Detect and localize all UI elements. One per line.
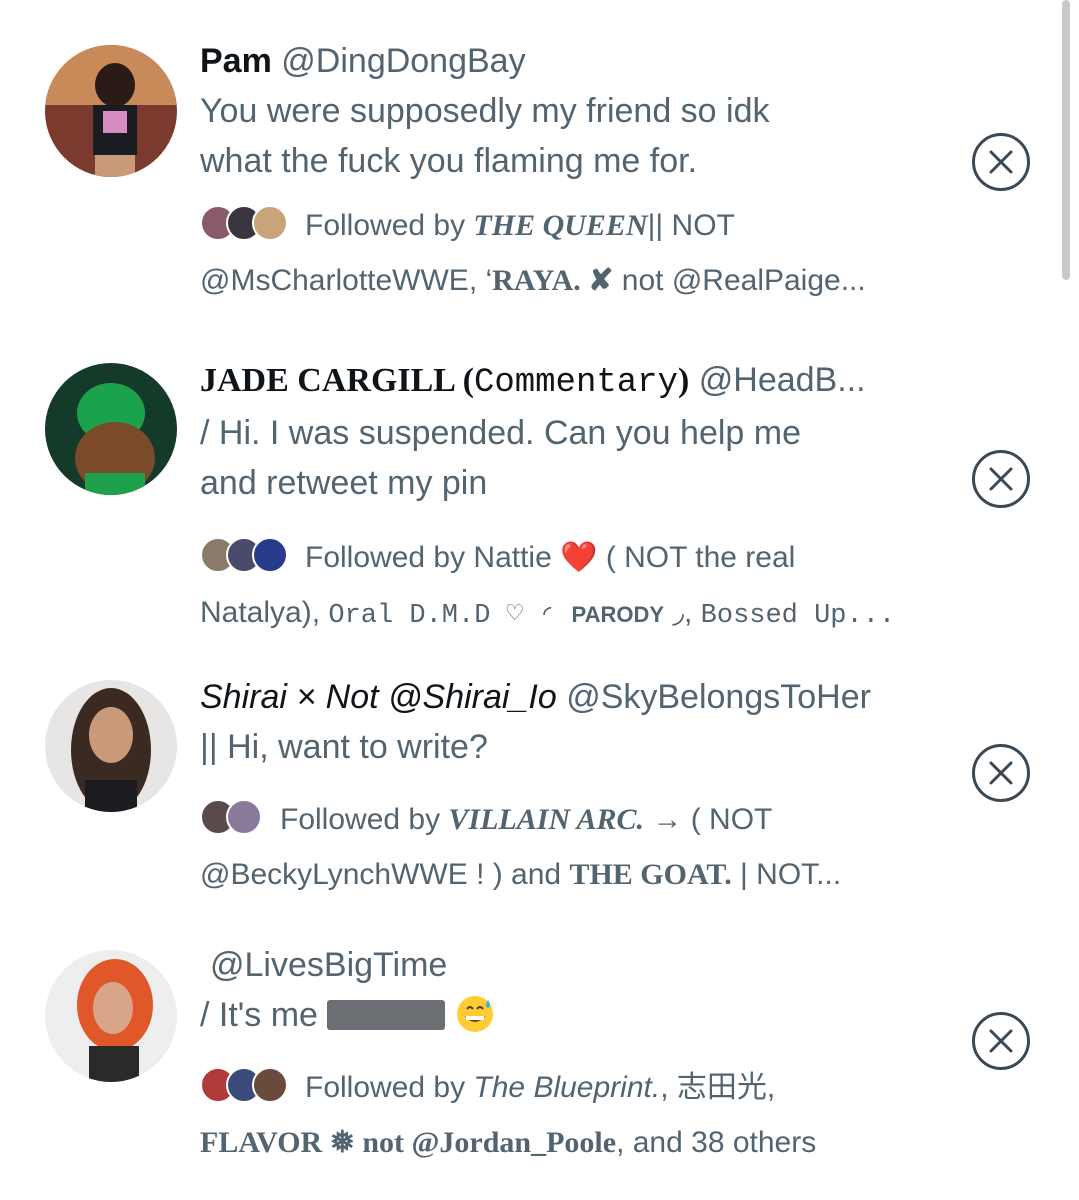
avatar[interactable] [45,680,177,812]
follower-avatars [200,537,295,573]
follower-avatars [200,799,270,835]
handle[interactable]: @HeadB... [699,361,866,399]
scrollbar[interactable] [1062,0,1070,280]
bio: and retweet my pin [200,464,488,502]
bio: You were supposedly my friend so idk [200,92,770,130]
bio: || Hi, want to write? [200,728,488,766]
close-icon [989,1029,1013,1053]
followed-by: Followed by THE QUEEN|| NOT [200,198,940,253]
redaction-bar [327,1000,446,1030]
follower-avatars [200,1067,295,1103]
dismiss-button[interactable] [972,1012,1030,1070]
display-name[interactable]: Shirai × Not @Shirai_Io [200,678,557,716]
followed-by-continued: FLAVOR ❅ not @Jordan_Poole, and 38 other… [200,1126,817,1159]
handle[interactable]: @DingDongBay [281,42,525,80]
dismiss-button[interactable] [972,133,1030,191]
followed-by-continued: Natalya), Oral D.M.D ♡ ◜ PARODY ◞, Bosse… [200,596,896,631]
close-icon [989,761,1013,785]
display-name[interactable]: JADE CARGILL ( [200,362,474,399]
avatar[interactable] [45,950,177,1082]
close-icon [989,150,1013,174]
avatar[interactable] [45,363,177,495]
dismiss-button[interactable] [972,744,1030,802]
followed-by: Followed by VILLAIN ARC. → ( NOT [200,792,940,847]
followed-by: Followed by Nattie ❤️ ( NOT the real [200,530,940,585]
heart-emoji: ❤️ [560,541,598,574]
bio: / Hi. I was suspended. Can you help me [200,414,801,452]
followed-by-continued: @MsCharlotteWWE, ‘RAYA. ✘ not @RealPaige… [200,264,866,297]
followed-by: Followed by The Blueprint., 志田光, [200,1060,940,1115]
followed-by-continued: @BeckyLynchWWE ! ) and THE GOAT. | NOT..… [200,858,842,891]
close-icon [989,467,1013,491]
handle[interactable]: @SkyBelongsToHer [566,678,871,716]
grinning-sweat-emoji [456,996,493,1032]
bio: / It's me [200,990,940,1040]
dismiss-button[interactable] [972,450,1030,508]
bio: what the fuck you flaming me for. [200,142,698,180]
follower-avatars [200,205,295,241]
display-name[interactable]: Pam [200,42,272,80]
handle[interactable]: @LivesBigTime [210,946,447,984]
avatar[interactable] [45,45,177,177]
